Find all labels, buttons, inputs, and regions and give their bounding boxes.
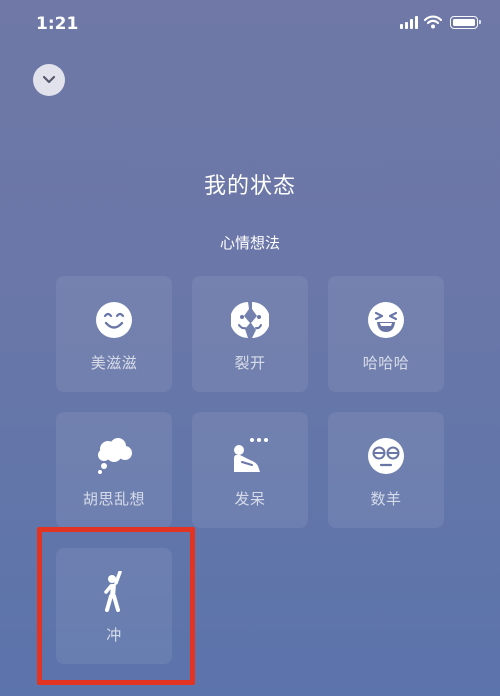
sleepy-face-icon <box>366 436 406 476</box>
mood-label: 胡思乱想 <box>82 490 145 508</box>
wifi-icon <box>424 15 442 29</box>
laughing-face-icon <box>366 300 406 340</box>
mood-tile-meizizi[interactable]: 美滋滋 <box>56 276 172 392</box>
highlight-box <box>37 527 195 685</box>
page-title: 我的状态 <box>203 174 296 199</box>
chevron-down-icon <box>42 75 56 84</box>
mood-label: 哈哈哈 <box>362 354 410 372</box>
smile-face-icon <box>94 300 134 340</box>
mood-tile-shuyang[interactable]: 数羊 <box>328 412 444 528</box>
status-icons <box>400 15 481 29</box>
mood-tile-fadai[interactable]: 发呆 <box>192 412 308 528</box>
thought-cloud-icon <box>94 436 134 476</box>
mood-tile-husiluanxiang[interactable]: 胡思乱想 <box>56 412 172 528</box>
mood-label: 美滋滋 <box>90 354 138 372</box>
status-bar: 1:21 <box>0 0 500 50</box>
mood-label: 发呆 <box>234 490 266 508</box>
battery-icon <box>450 15 481 29</box>
mood-label: 数羊 <box>370 490 402 508</box>
daydream-person-icon <box>230 436 270 476</box>
section-subtitle: 心情想法 <box>219 234 280 252</box>
status-time: 1:21 <box>36 14 79 34</box>
cracked-face-icon <box>230 300 270 340</box>
mood-tile-hahaha[interactable]: 哈哈哈 <box>328 276 444 392</box>
mood-tile-liekai[interactable]: 裂开 <box>192 276 308 392</box>
collapse-button[interactable] <box>33 64 65 96</box>
signal-icon <box>400 15 418 29</box>
mood-label: 裂开 <box>234 354 266 372</box>
